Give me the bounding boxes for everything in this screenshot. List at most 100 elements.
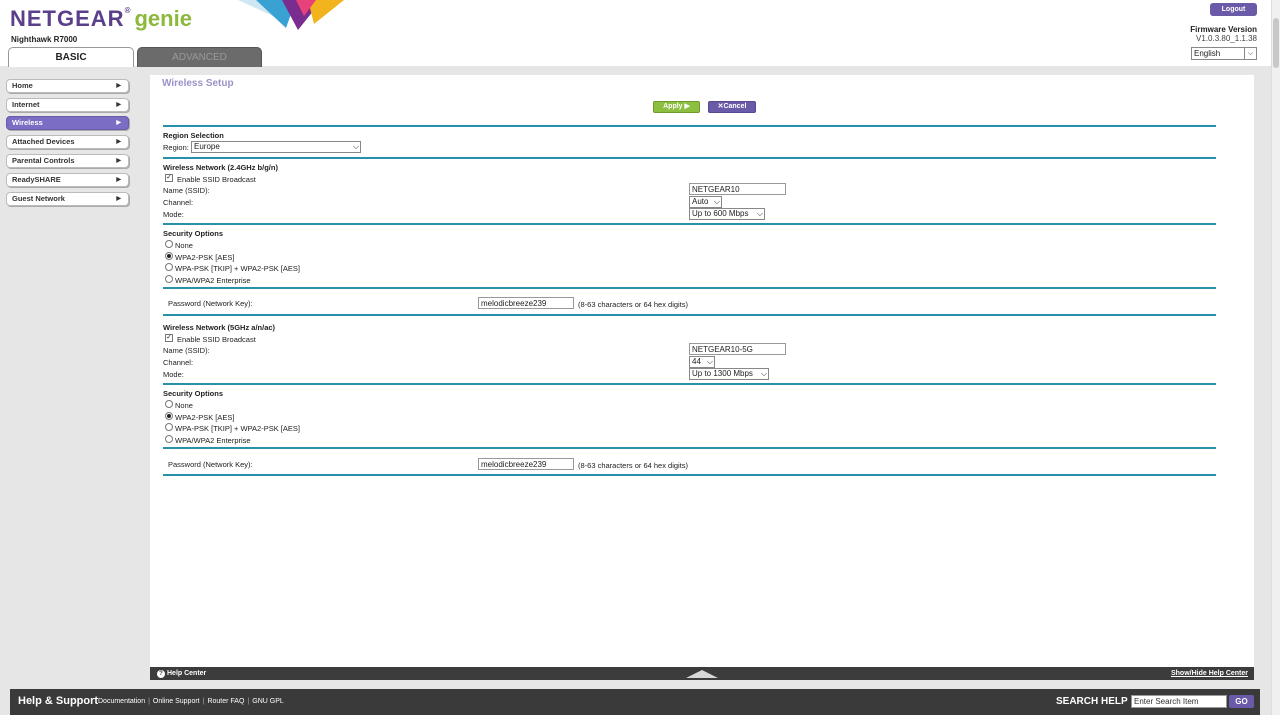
tab-basic[interactable]: BASIC bbox=[8, 47, 134, 67]
sidebar-item-label: ReadySHARE bbox=[12, 175, 61, 184]
broadcast-5-label: Enable SSID Broadcast bbox=[177, 335, 256, 344]
header: NETGEAR® genie Nighthawk R7000 BASIC ADVA… bbox=[0, 0, 1280, 67]
language-value: English bbox=[1194, 49, 1221, 58]
sidebar-item-internet[interactable]: Internet ▶ bbox=[6, 98, 129, 112]
broadcast-24-checkbox[interactable]: ✓ bbox=[165, 174, 173, 182]
scrollbar-thumb[interactable] bbox=[1273, 18, 1279, 68]
divider bbox=[163, 314, 1216, 316]
password-5-input[interactable] bbox=[478, 458, 574, 470]
chevron-right-icon: ▶ bbox=[116, 158, 121, 164]
security-5-wpa2-radio[interactable] bbox=[165, 412, 173, 420]
online-support-link[interactable]: Online Support bbox=[153, 698, 200, 705]
brand-name: NETGEAR bbox=[10, 6, 125, 31]
divider bbox=[163, 474, 1216, 476]
security-24-option-label: WPA-PSK [TKIP] + WPA2-PSK [AES] bbox=[175, 264, 300, 273]
divider bbox=[163, 157, 1216, 159]
security-5-heading: Security Options bbox=[163, 389, 224, 398]
security-5-enterprise-radio[interactable] bbox=[165, 435, 173, 443]
mode-24-select[interactable]: Up to 600 Mbps ⌵ bbox=[689, 208, 765, 220]
broadcast-24-label: Enable SSID Broadcast bbox=[177, 175, 256, 184]
product-name: genie bbox=[134, 6, 192, 31]
show-hide-help-link[interactable]: Show/Hide Help Center bbox=[1171, 667, 1248, 680]
sidebar-item-label: Wireless bbox=[12, 118, 43, 127]
channel-24-select[interactable]: Auto ⌵ bbox=[689, 196, 722, 208]
security-24-none-radio[interactable] bbox=[165, 240, 173, 248]
sidebar-item-wireless[interactable]: Wireless ▶ bbox=[6, 116, 129, 130]
password-5-label: Password (Network Key): bbox=[168, 460, 253, 469]
security-24-heading: Security Options bbox=[163, 229, 224, 238]
page-title: Wireless Setup bbox=[162, 78, 234, 89]
mode-5-value: Up to 1300 Mbps bbox=[692, 369, 753, 378]
sidebar-item-label: Home bbox=[12, 81, 33, 90]
chevron-right-icon: ▶ bbox=[116, 139, 121, 145]
logo-decoration-icon bbox=[238, 0, 344, 30]
documentation-link[interactable]: Documentation bbox=[98, 698, 145, 705]
chevron-down-icon: ⌵ bbox=[713, 197, 720, 206]
search-help-input[interactable]: Enter Search Item bbox=[1131, 695, 1227, 708]
mode-24-label: Mode: bbox=[163, 210, 184, 219]
expand-arrow-icon[interactable] bbox=[686, 670, 718, 678]
security-5-mixed-radio[interactable] bbox=[165, 423, 173, 431]
router-faq-link[interactable]: Router FAQ bbox=[207, 698, 244, 705]
tab-advanced[interactable]: ADVANCED bbox=[137, 47, 262, 67]
divider bbox=[163, 383, 1216, 385]
sidebar-item-label: Guest Network bbox=[12, 194, 65, 203]
logout-button[interactable]: Logout bbox=[1210, 3, 1257, 16]
wireless-5-heading: Wireless Network (5GHz a/n/ac) bbox=[163, 323, 276, 332]
gnu-gpl-link[interactable]: GNU GPL bbox=[252, 698, 284, 705]
firmware-version-label: Firmware Version bbox=[1190, 25, 1257, 34]
sidebar-item-attached-devices[interactable]: Attached Devices ▶ bbox=[6, 135, 129, 149]
channel-5-select[interactable]: 44 ⌵ bbox=[689, 356, 715, 368]
security-24-option-label: WPA2-PSK [AES] bbox=[175, 253, 235, 262]
cancel-label: Cancel bbox=[723, 103, 747, 110]
sidebar-item-label: Attached Devices bbox=[12, 137, 75, 146]
mode-5-label: Mode: bbox=[163, 370, 184, 379]
cancel-button[interactable]: ✕Cancel bbox=[708, 101, 756, 113]
netgear-genie-logo: NETGEAR® genie bbox=[10, 6, 192, 31]
chevron-down-icon: ⌵ bbox=[1244, 48, 1256, 59]
security-5-option-label: None bbox=[175, 401, 193, 410]
security-24-mixed-radio[interactable] bbox=[165, 263, 173, 271]
divider bbox=[163, 287, 1216, 289]
language-select[interactable]: English ⌵ bbox=[1191, 47, 1257, 60]
chevron-right-icon: ▶ bbox=[116, 83, 121, 89]
security-24-enterprise-radio[interactable] bbox=[165, 275, 173, 283]
chevron-down-icon: ⌵ bbox=[706, 357, 713, 366]
security-24-option-label: WPA/WPA2 Enterprise bbox=[175, 276, 251, 285]
password-24-label: Password (Network Key): bbox=[168, 299, 253, 308]
search-go-button[interactable]: GO bbox=[1229, 695, 1254, 708]
security-24-option-label: None bbox=[175, 241, 193, 250]
region-select[interactable]: Europe ⌵ bbox=[191, 141, 361, 153]
security-5-none-radio[interactable] bbox=[165, 400, 173, 408]
sidebar-item-guest-network[interactable]: Guest Network ▶ bbox=[6, 192, 129, 206]
security-24-wpa2-radio[interactable] bbox=[165, 252, 173, 260]
divider bbox=[163, 125, 1216, 127]
sidebar-item-readyshare[interactable]: ReadySHARE ▶ bbox=[6, 173, 129, 187]
security-5-option-label: WPA/WPA2 Enterprise bbox=[175, 436, 251, 445]
ssid-5-input[interactable] bbox=[689, 343, 786, 355]
sidebar-item-parental-controls[interactable]: Parental Controls ▶ bbox=[6, 154, 129, 168]
wireless-24-heading: Wireless Network (2.4GHz b/g/n) bbox=[163, 163, 278, 172]
ssid-24-label: Name (SSID): bbox=[163, 186, 210, 195]
help-center-link[interactable]: ? Help Center bbox=[157, 667, 206, 680]
chevron-right-icon: ▶ bbox=[116, 196, 121, 202]
mode-5-select[interactable]: Up to 1300 Mbps ⌵ bbox=[689, 368, 769, 380]
chevron-right-icon: ▶ bbox=[116, 177, 121, 183]
password-24-input[interactable] bbox=[478, 297, 574, 309]
divider bbox=[163, 223, 1216, 225]
ssid-5-label: Name (SSID): bbox=[163, 346, 210, 355]
apply-button[interactable]: Apply ▶ bbox=[653, 101, 700, 113]
region-heading: Region Selection bbox=[163, 131, 224, 140]
ssid-24-input[interactable] bbox=[689, 183, 786, 195]
page-scrollbar[interactable] bbox=[1271, 0, 1280, 715]
sidebar-item-home[interactable]: Home ▶ bbox=[6, 79, 129, 93]
help-center-label: Help Center bbox=[167, 670, 207, 677]
channel-24-label: Channel: bbox=[163, 198, 194, 207]
main-panel: Wireless Setup Apply ▶ ✕Cancel Region Se… bbox=[150, 75, 1254, 667]
firmware-version-value: V1.0.3.80_1.1.38 bbox=[1196, 34, 1257, 43]
search-help-label: SEARCH HELP bbox=[1056, 696, 1128, 707]
broadcast-5-checkbox[interactable]: ✓ bbox=[165, 334, 173, 342]
password-24-hint: (8-63 characters or 64 hex digits) bbox=[578, 300, 689, 309]
channel-5-label: Channel: bbox=[163, 358, 194, 367]
sidebar-item-label: Parental Controls bbox=[12, 156, 75, 165]
